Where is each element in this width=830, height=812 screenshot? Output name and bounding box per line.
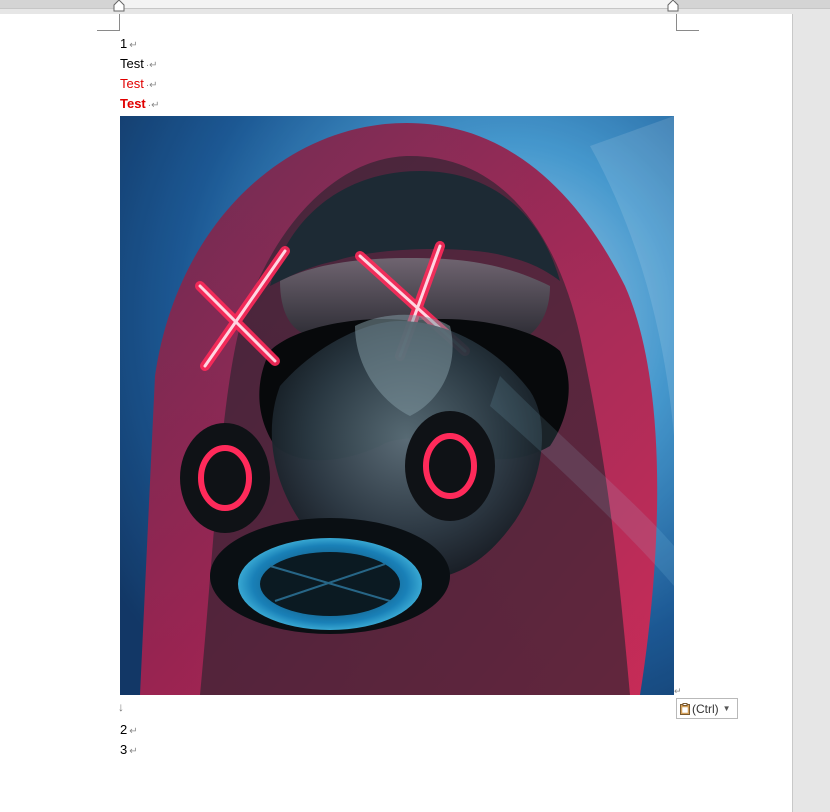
- paragraph-text: 2: [120, 722, 128, 737]
- paragraph-line-1[interactable]: 1 ↵: [120, 36, 138, 54]
- ruler-label: 44: [762, 0, 771, 2]
- ruler-label: 30: [532, 0, 541, 2]
- paragraph-text: Test: [120, 56, 144, 71]
- gas-mask-figure-image: [120, 116, 674, 695]
- paragraph-text: Test: [120, 76, 144, 91]
- paragraph-mark: ↵: [129, 40, 138, 51]
- margin-corner-left: [97, 14, 120, 31]
- ruler-label: 2: [8, 0, 12, 2]
- paragraph-test-red[interactable]: Test ·↵: [120, 76, 158, 94]
- ruler-label: 6: [201, 0, 205, 2]
- margin-corner-right: [676, 14, 699, 31]
- ruler-label: 1: [36, 0, 40, 2]
- document-page[interactable]: 1 ↵ Test ·↵ Test ·↵ Test ·↵ ↵ ↓ 2 ↵ 3 ↵ …: [0, 14, 793, 812]
- ruler-label: 34: [588, 0, 597, 2]
- manual-line-break-mark: ↓: [118, 700, 124, 714]
- ruler-label: 14: [309, 0, 318, 2]
- paragraph-mark: ·↵: [145, 80, 158, 91]
- ruler-label: 32: [560, 0, 569, 2]
- paragraph-line-3[interactable]: 3 ↵: [120, 742, 138, 760]
- ruler-label: 8: [228, 0, 232, 2]
- ruler-label: 36: [616, 0, 625, 2]
- paragraph-mark: ·↵: [145, 60, 158, 71]
- ruler-label: 40: [706, 0, 715, 2]
- ruler-label: 28: [504, 0, 513, 2]
- paragraph-mark: ↵: [129, 746, 138, 757]
- ruler-label: 4: [173, 0, 177, 2]
- ruler-label: 10: [253, 0, 262, 2]
- ruler-label: 2: [146, 0, 150, 2]
- paragraph-mark: ·↵: [147, 100, 160, 111]
- paragraph-line-2[interactable]: 2 ↵: [120, 722, 138, 740]
- ruler-label: 46: [790, 0, 799, 2]
- clipboard-icon: [680, 702, 690, 715]
- image-paragraph-mark: ↵: [674, 686, 682, 696]
- ruler-label: 20: [393, 0, 402, 2]
- paragraph-text: 1: [120, 36, 128, 51]
- ruler-label: 16: [337, 0, 346, 2]
- inserted-image[interactable]: [120, 116, 674, 695]
- ruler-label: 12: [281, 0, 290, 2]
- paste-options-button[interactable]: (Ctrl) ▼: [676, 698, 738, 719]
- ruler-label: 48: [816, 0, 825, 2]
- ruler-label: 22: [420, 0, 429, 2]
- paragraph-text: Test: [120, 96, 146, 111]
- right-indent-marker[interactable]: [667, 0, 679, 12]
- paragraph-test-red-bold[interactable]: Test ·↵: [120, 96, 159, 114]
- paragraph-text: 3: [120, 742, 128, 757]
- chevron-down-icon: ▼: [722, 704, 731, 713]
- left-indent-marker[interactable]: [113, 0, 125, 12]
- ruler-label: 24: [448, 0, 457, 2]
- paragraph-mark: ↵: [129, 726, 138, 737]
- ruler-label: 38: [643, 0, 652, 2]
- paste-options-label: (Ctrl): [692, 701, 719, 716]
- ruler-label: 18: [365, 0, 374, 2]
- ruler-label: 42: [734, 0, 743, 2]
- ruler-label: 26: [476, 0, 485, 2]
- paragraph-test-plain[interactable]: Test ·↵: [120, 56, 158, 74]
